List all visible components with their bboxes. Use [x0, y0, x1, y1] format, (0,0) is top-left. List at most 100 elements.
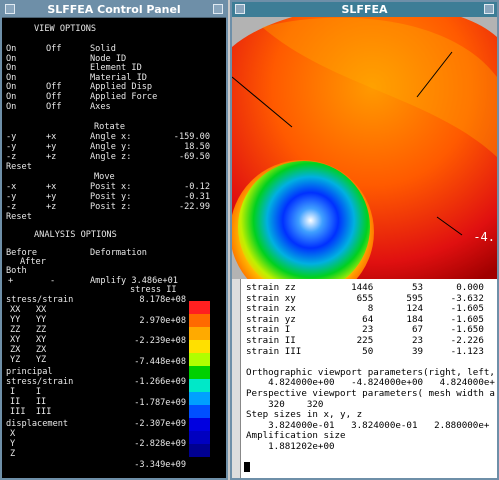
stress-render: [232, 17, 497, 279]
console-line: strain III 50 39 -1.123: [246, 345, 484, 357]
displacement-option[interactable]: Y: [10, 439, 15, 449]
rotate-plus-button[interactable]: +y: [46, 142, 56, 152]
control-panel-title: SLFFEA Control Panel: [47, 3, 181, 16]
minimize-icon[interactable]: [213, 4, 223, 14]
view-option-row[interactable]: On Off Applied Disp: [6, 82, 216, 92]
legend-value: -2.307e+09: [134, 418, 186, 429]
stress-component-option[interactable]: ZZ ZZ: [10, 325, 46, 335]
stress-type-label: stress II: [130, 285, 177, 295]
view-option-row[interactable]: On Element ID: [6, 63, 216, 73]
principal-label: principal: [6, 367, 53, 377]
legend-color-swatch: [189, 405, 210, 418]
move-row: -y +y Posit y: -0.31: [6, 192, 216, 202]
rotate-plus-button[interactable]: +x: [46, 132, 56, 142]
rotate-value: -69.50: [178, 152, 210, 162]
output-console[interactable]: strain zz 1446 53 0.000 strain xy 655 595…: [232, 279, 497, 478]
principal-option[interactable]: I I: [10, 387, 41, 397]
move-value: -0.31: [184, 192, 210, 202]
control-panel-titlebar[interactable]: SLFFEA Control Panel: [2, 2, 226, 18]
view-option-row[interactable]: On Off Applied Force: [6, 92, 216, 102]
axis-value-label: -4.: [473, 230, 495, 244]
legend-color-swatch: [189, 366, 210, 379]
legend-color-swatch: [189, 431, 210, 444]
view-option-row[interactable]: On Off Solid: [6, 44, 216, 54]
rotate-minus-button[interactable]: -y: [6, 132, 16, 142]
legend-value: -1.787e+09: [134, 398, 186, 408]
amplify-plus-button[interactable]: +: [8, 276, 13, 286]
legend-color-swatch: [189, 418, 210, 431]
view-options-header: VIEW OPTIONS: [34, 24, 97, 34]
stress-component-option[interactable]: XY XY: [10, 335, 46, 345]
amplify-minus-button[interactable]: -: [50, 276, 55, 286]
legend-value: -7.448e+08: [134, 356, 186, 367]
stress-component-option[interactable]: XX XX: [10, 305, 46, 315]
move-plus-button[interactable]: +x: [46, 182, 56, 192]
move-label: Posit z:: [90, 202, 132, 212]
legend-color-swatch: [189, 353, 210, 366]
move-row: -z +z Posit z: -22.99: [6, 202, 216, 212]
stress-strain-label: stress/strain: [6, 295, 74, 305]
legend-value: -2.828e+09: [134, 439, 186, 450]
analysis-options-header: ANALYSIS OPTIONS: [34, 230, 117, 240]
off-toggle[interactable]: Off: [46, 102, 62, 112]
rotate-controls: -y +x Angle x: -159.00 -y +y Angle y: 18.50 -z +z…: [6, 132, 216, 162]
rotate-plus-button[interactable]: +z: [46, 152, 56, 162]
move-plus-button[interactable]: +z: [46, 202, 56, 212]
move-row: -x +x Posit x: -0.12: [6, 182, 216, 192]
on-toggle[interactable]: On: [6, 102, 16, 112]
move-minus-button[interactable]: -x: [6, 182, 16, 192]
move-minus-button[interactable]: -z: [6, 202, 16, 212]
rotate-minus-button[interactable]: -y: [6, 142, 16, 152]
window-menu-icon[interactable]: [5, 4, 15, 14]
stress-component-option[interactable]: ZX ZX: [10, 345, 46, 355]
legend-color-swatch: [189, 444, 210, 457]
color-legend-bar: [189, 301, 210, 457]
move-value: -22.99: [178, 202, 210, 212]
console-text: strain zz 1446 53 0.000 strain xy 655 595…: [246, 282, 495, 453]
legend-color-swatch: [189, 327, 210, 340]
stress-component-option[interactable]: YZ YZ: [10, 355, 46, 365]
stress-component-option[interactable]: YY YY: [10, 315, 46, 325]
view-option-row[interactable]: On Node ID: [6, 54, 216, 64]
slffea-viewer-window: SLFFEA -4. strain zz 1446 53 0.000 strai…: [230, 0, 499, 480]
rotate-row: -y +y Angle y: 18.50: [6, 142, 216, 152]
view-option-label: Axes: [90, 101, 111, 112]
principal-option[interactable]: III III: [10, 407, 51, 417]
view-option-row[interactable]: On Off Axes: [6, 102, 216, 112]
legend-color-swatch: [189, 379, 210, 392]
displacement-option[interactable]: X: [10, 429, 15, 439]
move-label: Posit x:: [90, 182, 132, 192]
move-header: Move: [94, 172, 115, 182]
principal-stress-strain-label: stress/strain: [6, 377, 74, 387]
legend-value: -3.349e+09: [134, 459, 186, 470]
control-panel-window: SLFFEA Control Panel VIEW OPTIONS On Off S…: [0, 0, 228, 480]
rotate-header: Rotate: [94, 122, 126, 132]
move-reset-button[interactable]: Reset: [6, 212, 32, 222]
displacement-option[interactable]: Z: [10, 449, 15, 459]
move-plus-button[interactable]: +y: [46, 192, 56, 202]
both-button[interactable]: Both: [6, 266, 27, 276]
rotate-row: -y +x Angle x: -159.00: [6, 132, 216, 142]
move-minus-button[interactable]: -y: [6, 192, 16, 202]
view-options-list: On Off Solid On Node ID On Element ID On Materia…: [6, 44, 216, 112]
window-menu-icon[interactable]: [235, 4, 245, 14]
viewer-titlebar[interactable]: SLFFEA: [232, 2, 497, 18]
minimize-icon[interactable]: [484, 4, 494, 14]
console-scrollbar[interactable]: [232, 279, 241, 478]
control-panel-content: VIEW OPTIONS On Off Solid On Node ID On Elemen…: [6, 20, 210, 470]
viewer-title: SLFFEA: [341, 3, 388, 16]
move-label: Posit y:: [90, 192, 132, 202]
rotate-label: Angle y:: [90, 142, 132, 152]
console-line: Perspective viewport parameters( mesh wi…: [246, 387, 495, 399]
rotate-minus-button[interactable]: -z: [6, 152, 16, 162]
move-value: -0.12: [184, 182, 210, 192]
console-line: strain II 225 23 -2.226: [246, 334, 484, 346]
view-option-row[interactable]: On Material ID: [6, 73, 216, 83]
principal-option[interactable]: II II: [10, 397, 46, 407]
render-viewport[interactable]: -4.: [232, 17, 497, 279]
console-line: 1.881202e+00: [246, 440, 335, 452]
rotate-reset-button[interactable]: Reset: [6, 162, 32, 172]
legend-value: -1.266e+09: [134, 377, 186, 388]
legend-color-swatch: [189, 314, 210, 327]
legend-color-swatch: [189, 340, 210, 353]
